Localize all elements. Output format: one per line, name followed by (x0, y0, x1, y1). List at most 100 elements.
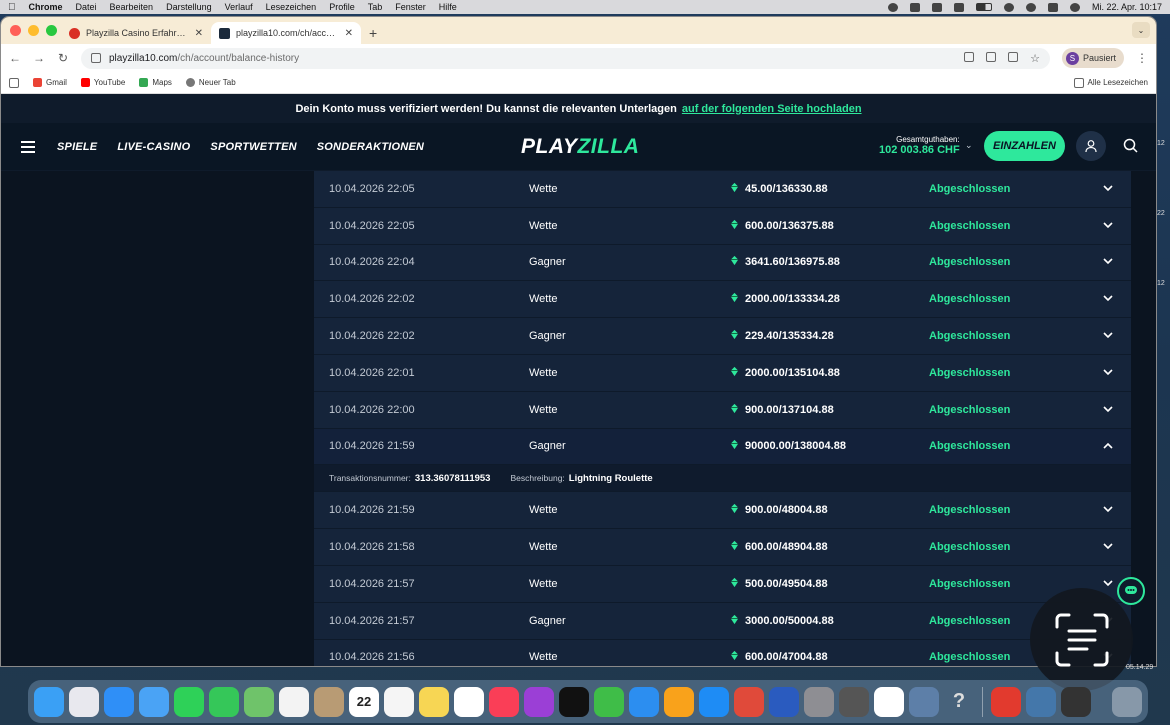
menu-item-fenster[interactable]: Fenster (395, 2, 426, 12)
mail-icon[interactable] (139, 686, 169, 717)
nav-spiele[interactable]: SPIELE (57, 141, 97, 153)
vpn-app-icon[interactable] (991, 686, 1021, 717)
back-arrow-icon[interactable]: ← (9, 51, 21, 65)
menu-item-tab[interactable]: Tab (368, 2, 383, 12)
tab-search-chevron-icon[interactable]: ⌄ (1132, 22, 1150, 38)
system-settings-icon[interactable] (804, 686, 834, 717)
url-field[interactable]: playzilla10.com/ch/account/balance-histo… (81, 47, 1050, 69)
bookmark-new-tab[interactable]: Neuer Tab (185, 78, 236, 87)
numbers-icon[interactable] (594, 686, 624, 717)
bluetooth-icon[interactable] (953, 2, 964, 12)
more-menu-icon[interactable]: ⋮ (1136, 51, 1148, 65)
live-chat-button[interactable] (1117, 577, 1145, 605)
playzilla-logo[interactable]: PLAYZILLA (521, 135, 639, 159)
launchpad-icon[interactable] (69, 686, 99, 717)
menu-item-verlauf[interactable]: Verlauf (225, 2, 253, 12)
transaction-row[interactable]: 10.04.2026 21:57 Wette 500.00/49504.88 Abge… (314, 566, 1131, 603)
freeform-icon[interactable] (454, 686, 484, 717)
keyboard-icon[interactable] (931, 2, 942, 12)
transaction-row[interactable]: 10.04.2026 22:05 Wette 45.00/136330.88 Abge… (314, 171, 1131, 208)
chevron-up-icon[interactable] (1103, 440, 1113, 452)
translate-icon[interactable] (964, 51, 975, 62)
calculator-icon[interactable] (839, 686, 869, 717)
close-window-button[interactable] (10, 25, 21, 36)
forward-arrow-icon[interactable]: → (33, 51, 45, 65)
menu-item-darstellung[interactable]: Darstellung (166, 2, 212, 12)
chevron-down-icon[interactable] (1103, 504, 1113, 516)
deposit-button[interactable]: EINZAHLEN (984, 131, 1065, 161)
transaction-row[interactable]: 10.04.2026 21:58 Wette 600.00/48904.88 Abge… (314, 529, 1131, 566)
menu-item-bearbeiten[interactable]: Bearbeiten (110, 2, 154, 12)
menubar-clock[interactable]: Mi. 22. Apr. 10:17 (1092, 2, 1162, 12)
office-icon[interactable] (734, 686, 764, 717)
text-scan-overlay-button[interactable] (1030, 588, 1133, 691)
new-tab-button[interactable]: + (361, 25, 385, 44)
transaction-row[interactable]: 10.04.2026 21:59 Wette 900.00/48004.88 Abge… (314, 492, 1131, 530)
battery-icon[interactable] (975, 3, 992, 11)
wifi-icon[interactable] (1003, 2, 1014, 12)
screen-record-icon[interactable] (909, 2, 920, 12)
contacts-icon[interactable] (314, 686, 344, 717)
close-tab-icon[interactable]: ✕ (345, 28, 353, 39)
apple-menu-icon[interactable]:  (8, 2, 16, 13)
control-center-icon[interactable] (1047, 2, 1058, 12)
chevron-down-icon[interactable] (1103, 293, 1113, 305)
word-icon[interactable] (769, 686, 799, 717)
menu-item-profile[interactable]: Profile (329, 2, 355, 12)
chevron-down-icon[interactable] (1103, 404, 1113, 416)
zoom-window-button[interactable] (46, 25, 57, 36)
chevron-down-icon[interactable] (1103, 367, 1113, 379)
chevron-down-icon[interactable] (1103, 330, 1113, 342)
safari-icon[interactable] (104, 686, 134, 717)
photos-icon[interactable] (279, 686, 309, 717)
app-store-icon[interactable] (699, 686, 729, 717)
pages-icon[interactable] (664, 686, 694, 717)
cast-icon[interactable] (986, 51, 997, 62)
preview-icon[interactable] (909, 686, 939, 717)
screenshot-stack-icon[interactable] (1061, 686, 1091, 717)
vpn-shield-icon[interactable] (887, 2, 898, 12)
transaction-row[interactable]: 10.04.2026 21:56 Wette 600.00/47004.88 Abge… (314, 640, 1131, 666)
transaction-row[interactable]: 10.04.2026 21:57 Gagner 3000.00/50004.88 Ab… (314, 603, 1131, 640)
apps-grid-icon[interactable] (9, 77, 19, 88)
hamburger-menu-icon[interactable] (21, 140, 35, 153)
chevron-down-icon[interactable] (1103, 541, 1113, 553)
siri-icon[interactable] (1069, 2, 1080, 12)
menu-app-name[interactable]: Chrome (29, 2, 63, 12)
site-settings-icon[interactable] (91, 53, 101, 63)
transaction-row[interactable]: 10.04.2026 21:59 Gagner 90000.00/138004.88… (314, 428, 1131, 466)
facetime-icon[interactable] (174, 686, 204, 717)
transaction-row[interactable]: 10.04.2026 22:02 Gagner 229.40/135334.28 Ab… (314, 318, 1131, 355)
reload-icon[interactable]: ↻ (57, 51, 69, 65)
apple-tv-icon[interactable] (559, 686, 589, 717)
chevron-down-icon[interactable]: ⌄ (965, 140, 973, 151)
maps-app-icon[interactable] (244, 686, 274, 717)
user-account-button[interactable] (1076, 131, 1106, 161)
notes-icon[interactable] (419, 686, 449, 717)
nav-sonderaktionen[interactable]: SONDERAKTIONEN (317, 141, 424, 153)
trash-icon[interactable] (1112, 686, 1142, 717)
tab-playzilla-review[interactable]: Playzilla Casino Erfahrungen ✕ (61, 22, 211, 44)
messages-icon[interactable] (209, 686, 239, 717)
reminders-icon[interactable] (384, 686, 414, 717)
podcasts-icon[interactable] (524, 686, 554, 717)
profile-button[interactable]: S Pausiert (1061, 48, 1124, 68)
upload-documents-link[interactable]: auf der folgenden Seite hochladen (682, 103, 862, 115)
bookmark-maps[interactable]: Maps (139, 78, 172, 87)
calendar-icon[interactable]: 22 (349, 686, 379, 717)
keynote-icon[interactable] (629, 686, 659, 717)
menu-item-hilfe[interactable]: Hilfe (439, 2, 457, 12)
nav-live-casino[interactable]: LIVE-CASINO (117, 141, 190, 153)
tab-balance-history[interactable]: playzilla10.com/ch/account/b ✕ (211, 22, 361, 44)
nav-sportwetten[interactable]: SPORTWETTEN (210, 141, 296, 153)
chevron-down-icon[interactable] (1103, 256, 1113, 268)
search-icon[interactable] (1123, 138, 1138, 158)
menu-item-datei[interactable]: Datei (76, 2, 97, 12)
transaction-row[interactable]: 10.04.2026 22:02 Wette 2000.00/133334.28 Ab… (314, 281, 1131, 319)
transaction-row[interactable]: 10.04.2026 22:01 Wette 2000.00/135104.88 Ab… (314, 355, 1131, 392)
chevron-down-icon[interactable] (1103, 220, 1113, 232)
bookmark-gmail[interactable]: Gmail (33, 78, 67, 87)
close-tab-icon[interactable]: ✕ (195, 28, 203, 39)
help-question-icon[interactable]: ? (944, 687, 974, 717)
transaction-row[interactable]: 10.04.2026 22:04 Gagner 3641.60/136975.88 A… (314, 245, 1131, 282)
